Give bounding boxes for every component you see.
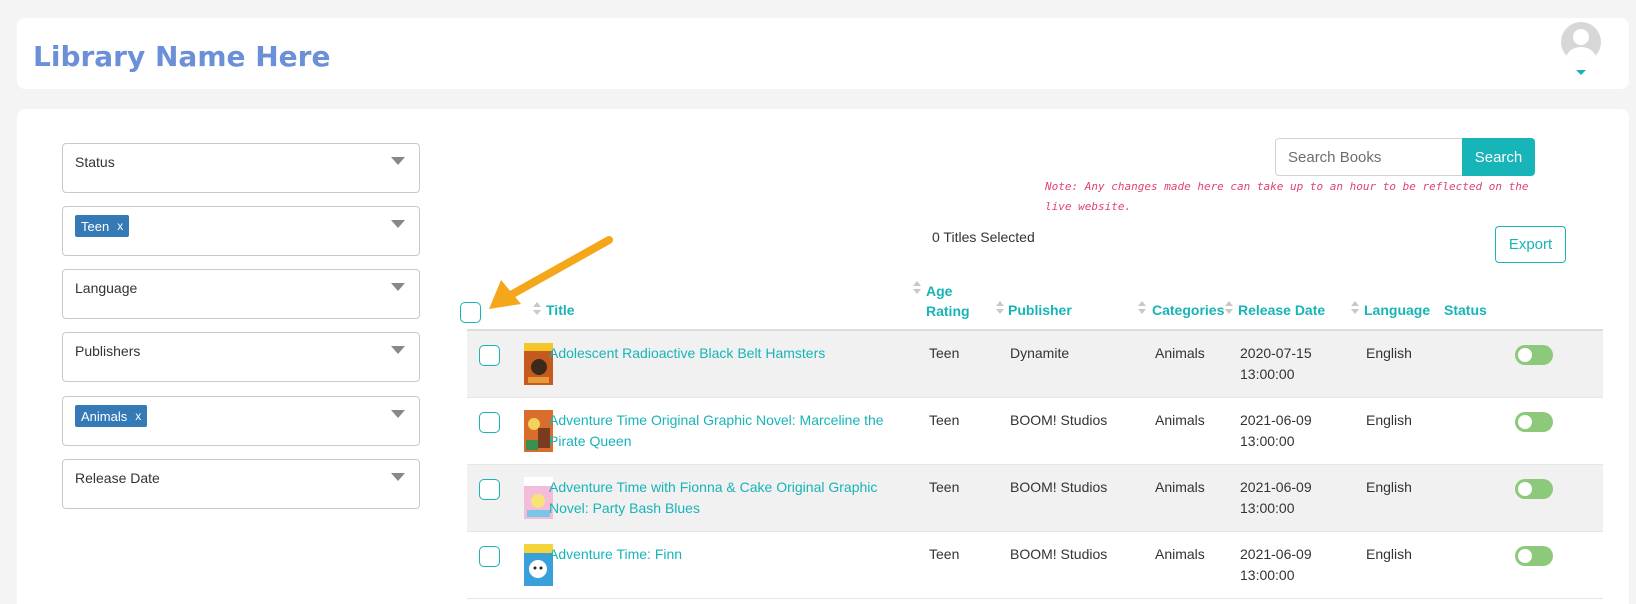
release-date-cell: 2021-06-09 13:00:00 [1240,479,1312,516]
library-name[interactable]: Library Name Here [33,40,330,73]
book-title-link[interactable]: Adventure Time with Fionna & Cake Origin… [549,477,919,519]
publisher-cell: BOOM! Studios [1010,412,1108,428]
age-rating-filter[interactable]: Teen x [62,206,420,256]
selected-tag-teen: Teen x [75,215,130,237]
column-publisher[interactable]: Publisher [1008,300,1072,320]
column-categories[interactable]: Categories [1152,300,1224,320]
publisher-cell: BOOM! Studios [1010,546,1108,562]
status-filter-label: Status [75,154,115,170]
top-bar: Library Name Here [17,18,1629,89]
status-filter[interactable]: Status [62,143,420,193]
status-toggle[interactable] [1515,546,1553,566]
categories-cell: Animals [1155,412,1205,428]
book-title-link[interactable]: Adolescent Radioactive Black Belt Hamste… [549,343,919,364]
avatar-dropdown-caret-icon[interactable] [1576,70,1586,75]
remove-tag-icon[interactable]: x [117,219,123,233]
tag-label: Animals [81,408,128,424]
selected-tag-animals: Animals x [75,405,148,427]
categories-cell: Animals [1155,479,1205,495]
release-date-filter[interactable]: Release Date [62,459,420,509]
tag-label: Teen [81,218,110,234]
select-all-checkbox[interactable] [460,302,481,323]
categories-filter[interactable]: Animals x [62,396,420,446]
release-date-cell: 2020-07-15 13:00:00 [1240,345,1312,382]
sort-icon[interactable] [533,302,541,316]
publisher-cell: Dynamite [1010,345,1070,361]
publishers-filter-label: Publishers [75,343,141,359]
sort-icon[interactable] [1138,301,1146,315]
chevron-down-icon[interactable] [391,346,405,354]
table-row: Adolescent Radioactive Black Belt Hamste… [467,331,1603,398]
categories-cell: Animals [1155,345,1205,361]
categories-cell: Animals [1155,546,1205,562]
table-row: Adventure Time with Fionna & Cake Origin… [467,465,1603,532]
sort-icon[interactable] [913,281,921,295]
main-panel: Status Teen x Language Publishers Animal… [17,109,1629,604]
language-filter-label: Language [75,280,138,296]
row-checkbox[interactable] [479,479,500,500]
column-title[interactable]: Title [546,300,575,320]
publisher-cell: BOOM! Studios [1010,479,1108,495]
publishers-filter[interactable]: Publishers [62,332,420,382]
search-button[interactable]: Search [1462,138,1535,176]
column-language[interactable]: Language [1364,300,1430,320]
titles-table: Title Age Rating Publisher Categories Re… [460,279,1603,599]
status-toggle[interactable] [1515,345,1553,365]
export-button[interactable]: Export [1495,226,1566,263]
row-checkbox[interactable] [479,412,500,433]
search-input[interactable] [1275,138,1462,176]
language-cell: English [1366,546,1412,562]
sort-icon[interactable] [1351,301,1359,315]
sort-icon[interactable] [1225,301,1233,315]
column-age-rating[interactable]: Age Rating [926,281,986,321]
row-checkbox[interactable] [479,345,500,366]
language-cell: English [1366,345,1412,361]
chevron-down-icon[interactable] [391,283,405,291]
release-date-cell: 2021-06-09 13:00:00 [1240,546,1312,583]
chevron-down-icon[interactable] [391,157,405,165]
status-toggle[interactable] [1515,412,1553,432]
language-cell: English [1366,412,1412,428]
release-date-cell: 2021-06-09 13:00:00 [1240,412,1312,449]
row-checkbox[interactable] [479,546,500,567]
language-filter[interactable]: Language [62,269,420,319]
status-toggle[interactable] [1515,479,1553,499]
language-cell: English [1366,479,1412,495]
table-header: Title Age Rating Publisher Categories Re… [460,279,1603,331]
chevron-down-icon[interactable] [391,473,405,481]
sort-icon[interactable] [996,301,1004,315]
remove-tag-icon[interactable]: x [135,409,141,423]
age-rating-cell: Teen [929,546,960,562]
book-title-link[interactable]: Adventure Time Original Graphic Novel: M… [549,410,919,452]
titles-selected-count: 0 Titles Selected [932,229,1035,245]
age-rating-cell: Teen [929,479,960,495]
user-avatar-icon[interactable] [1561,22,1601,62]
release-date-filter-label: Release Date [75,470,160,486]
chevron-down-icon[interactable] [391,410,405,418]
chevron-down-icon[interactable] [391,220,405,228]
column-status[interactable]: Status [1444,300,1487,320]
update-delay-note: Note: Any changes made here can take up … [1045,180,1529,213]
age-rating-cell: Teen [929,412,960,428]
column-release-date[interactable]: Release Date [1238,300,1325,320]
age-rating-cell: Teen [929,345,960,361]
table-row: Adventure Time: Finn Teen BOOM! Studios … [467,532,1603,599]
table-row: Adventure Time Original Graphic Novel: M… [467,398,1603,465]
book-title-link[interactable]: Adventure Time: Finn [549,544,919,565]
